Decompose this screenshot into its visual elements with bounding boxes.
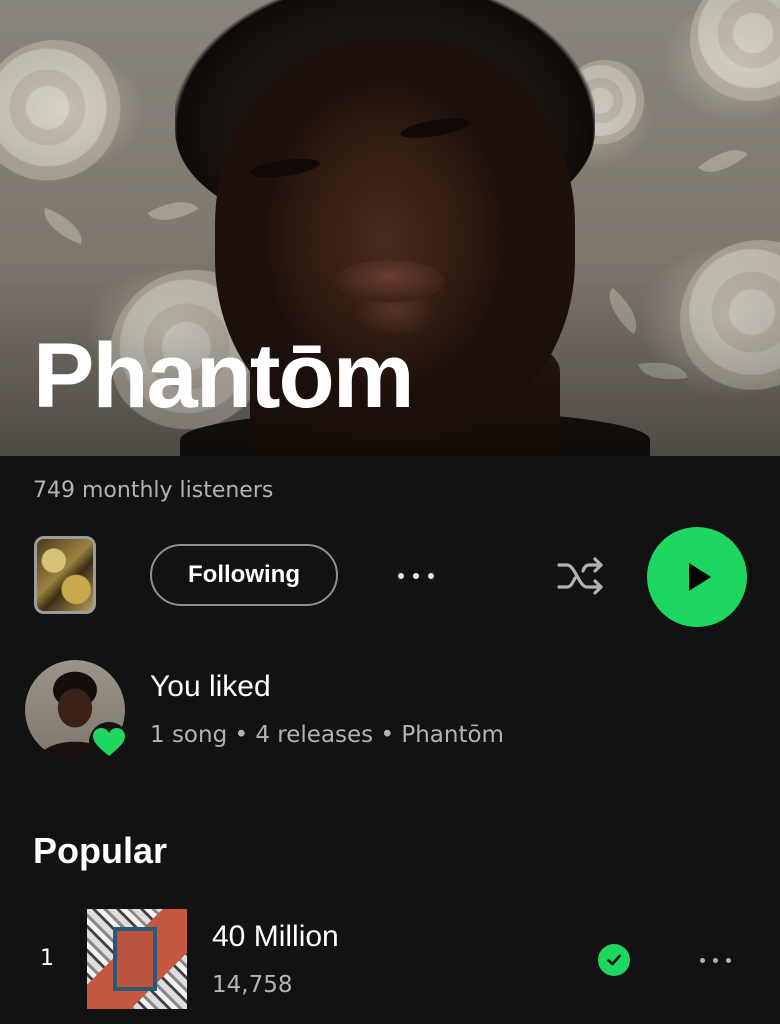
added-to-library-button[interactable]: [598, 944, 630, 976]
liked-heart-badge: [89, 722, 129, 762]
liked-subtitle: 1 song • 4 releases • Phantōm: [150, 722, 504, 748]
check-icon: [607, 954, 621, 966]
liked-title[interactable]: You liked: [150, 670, 271, 704]
artist-pick-thumbnail[interactable]: [34, 536, 96, 614]
track-more-options-button[interactable]: [690, 954, 740, 966]
play-icon: [689, 563, 711, 591]
popular-heading: Popular: [33, 830, 168, 871]
track-number: 1: [40, 946, 54, 971]
monthly-listeners: 749 monthly listeners: [33, 478, 274, 503]
more-options-button[interactable]: [386, 558, 446, 594]
heart-icon: [93, 728, 125, 756]
more-horizontal-icon: [398, 573, 434, 579]
shuffle-button[interactable]: [553, 552, 609, 600]
track-row[interactable]: 1 40 Million 14,758: [0, 900, 780, 1015]
track-title: 40 Million: [212, 920, 339, 953]
artist-name: Phantōm: [33, 325, 415, 427]
track-artwork: [87, 909, 187, 1009]
more-horizontal-icon: [699, 957, 731, 963]
play-button[interactable]: [647, 527, 747, 627]
shuffle-icon: [557, 557, 603, 595]
following-button[interactable]: Following: [150, 544, 338, 606]
track-play-count: 14,758: [212, 972, 293, 998]
artist-hero-banner: Phantōm: [0, 0, 780, 456]
